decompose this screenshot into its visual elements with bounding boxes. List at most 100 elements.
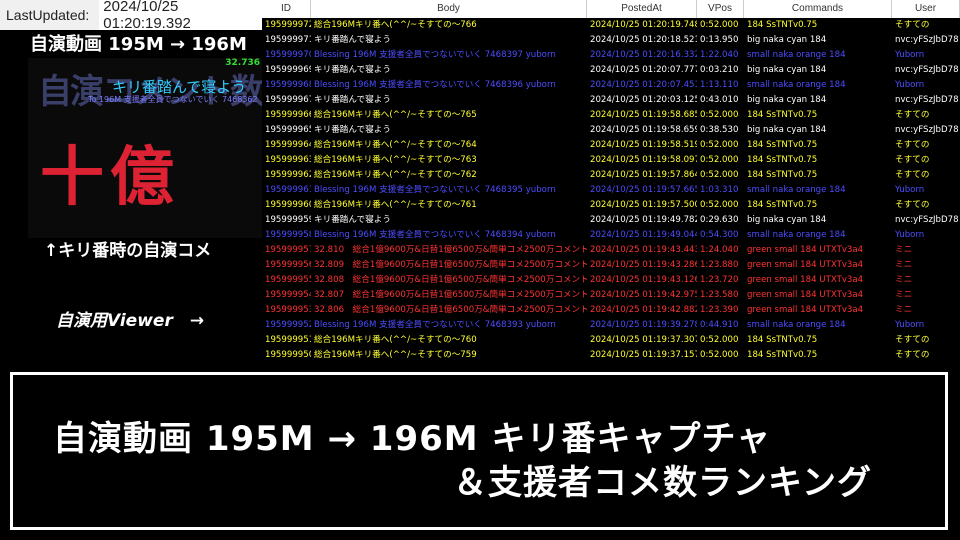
cell-commands: 184 SsTNTv0.75 bbox=[747, 200, 818, 210]
cell-vpos: 0:03.210 bbox=[700, 65, 739, 75]
cell-id: 195999972 bbox=[265, 20, 311, 30]
cell-vpos: 0:44.910 bbox=[700, 320, 739, 330]
cell-user: ミニ bbox=[895, 290, 913, 300]
cell-body: キリ番踏んで寝よう bbox=[314, 35, 391, 45]
cell-commands: 184 SsTNTv0.75 bbox=[747, 140, 818, 150]
cell-id: 195999953 bbox=[265, 305, 311, 315]
cell-commands: small naka orange 184 bbox=[747, 185, 846, 195]
table-row[interactable]: 195999956 32.809 総合1億9600万&日替1億6500万&簡単コメ… bbox=[262, 258, 960, 273]
cell-body: 32.810 総合1億9600万&日替1億6500万&簡単コメ2500万コメント… bbox=[314, 245, 587, 255]
table-row[interactable]: 195999970 Blessing 196M 支援者全員でつないでいく 7468… bbox=[262, 48, 960, 63]
cell-commands: green small 184 UTXTv3a4 bbox=[747, 245, 864, 255]
comment-table[interactable]: ID Body PostedAt VPos Commands User 1959… bbox=[262, 0, 960, 366]
table-row[interactable]: 195999962 総合196Mキリ番へ(^^/~そすての〜762 2024/10/… bbox=[262, 168, 960, 183]
cell-vpos: 1:23.580 bbox=[700, 290, 739, 300]
cell-user: nvc:yFSzJbD78 bbox=[895, 215, 959, 225]
table-row[interactable]: 195999950 総合196Mキリ番へ(^^/~そすての〜759 2024/10/… bbox=[262, 348, 960, 363]
cell-body: Blessing 196M 支援者全員でつないでいく 7468395 yubor… bbox=[314, 185, 556, 195]
table-row[interactable]: 195999966 総合196Mキリ番へ(^^/~そすての〜765 2024/10/… bbox=[262, 108, 960, 123]
viewer-label: 自演用Viewer → bbox=[56, 311, 205, 331]
table-row[interactable]: 195999963 総合196Mキリ番へ(^^/~そすての〜763 2024/10/… bbox=[262, 153, 960, 168]
cell-posted-at: 2024/10/25 01:19:58.519 bbox=[590, 140, 697, 150]
cell-id: 195999970 bbox=[265, 50, 311, 60]
table-row[interactable]: 195999955 32.808 総合1億9600万&日替1億6500万&簡単コメ… bbox=[262, 273, 960, 288]
cell-vpos: 1:22.040 bbox=[700, 50, 739, 60]
cell-user: そすての bbox=[895, 20, 930, 30]
table-row[interactable]: 195999959 キリ番踏んで寝よう 2024/10/25 01:19:49.78… bbox=[262, 213, 960, 228]
last-updated-value: 2024/10/25 01:20:19.392 bbox=[99, 0, 262, 34]
cell-posted-at: 2024/10/25 01:19:49.044 bbox=[590, 230, 697, 240]
title-banner: 自演動画 195M → 196M キリ番キャプチャ ＆支援者コメ数ランキング bbox=[10, 372, 948, 530]
cell-id: 195999955 bbox=[265, 275, 311, 285]
table-row[interactable]: 195999951 総合196Mキリ番へ(^^/~そすての〜760 2024/10/… bbox=[262, 333, 960, 348]
table-row[interactable]: 195999961 Blessing 196M 支援者全員でつないでいく 7468… bbox=[262, 183, 960, 198]
table-row[interactable]: 195999953 32.806 総合1億9600万&日替1億6500万&簡単コメ… bbox=[262, 303, 960, 318]
header-posted-at[interactable]: PostedAt bbox=[587, 0, 697, 18]
last-updated-label: LastUpdated: bbox=[6, 7, 90, 23]
cell-vpos: 0:29.630 bbox=[700, 215, 739, 225]
cell-body: 総合196Mキリ番へ(^^/~そすての〜762 bbox=[314, 170, 477, 180]
cell-user: ミニ bbox=[895, 275, 913, 285]
header-user[interactable]: User bbox=[892, 0, 960, 18]
cell-body: 総合196Mキリ番へ(^^/~そすての〜766 bbox=[314, 20, 477, 30]
table-row[interactable]: 195999972 総合196Mキリ番へ(^^/~そすての〜766 2024/10/… bbox=[262, 18, 960, 33]
cell-body: キリ番踏んで寝よう bbox=[314, 125, 391, 135]
cell-posted-at: 2024/10/25 01:20:19.748 bbox=[590, 20, 697, 30]
table-body: 195999972 総合196Mキリ番へ(^^/~そすての〜766 2024/10/… bbox=[262, 18, 960, 363]
cell-posted-at: 2024/10/25 01:19:39.278 bbox=[590, 320, 697, 330]
last-updated-bar: LastUpdated: 2024/10/25 01:20:19.392 bbox=[0, 0, 262, 34]
cell-user: nvc:yFSzJbD78 bbox=[895, 125, 959, 135]
cell-posted-at: 2024/10/25 01:19:57.500 bbox=[590, 200, 697, 210]
table-row[interactable]: 195999971 キリ番踏んで寝よう 2024/10/25 01:20:18.52… bbox=[262, 33, 960, 48]
cell-vpos: 1:13.110 bbox=[700, 80, 739, 90]
header-vpos[interactable]: VPos bbox=[697, 0, 744, 18]
cell-body: 総合196Mキリ番へ(^^/~そすての〜760 bbox=[314, 335, 477, 345]
table-row[interactable]: 195999969 キリ番踏んで寝よう 2024/10/25 01:20:07.77… bbox=[262, 63, 960, 78]
cell-posted-at: 2024/10/25 01:19:58.659 bbox=[590, 125, 697, 135]
cell-id: 195999951 bbox=[265, 335, 311, 345]
table-row[interactable]: 195999957 32.810 総合1億9600万&日替1億6500万&簡単コメ… bbox=[262, 243, 960, 258]
cell-user: そすての bbox=[895, 140, 930, 150]
cell-user: そすての bbox=[895, 110, 930, 120]
cell-commands: big naka cyan 184 bbox=[747, 125, 827, 135]
cell-id: 195999971 bbox=[265, 35, 311, 45]
cell-body: 総合196Mキリ番へ(^^/~そすての〜765 bbox=[314, 110, 477, 120]
preview-message: To 196M 支援者全員でつないでいく 7468362 bbox=[88, 95, 258, 104]
cell-id: 195999966 bbox=[265, 110, 311, 120]
header-body[interactable]: Body bbox=[311, 0, 587, 18]
cell-id: 195999968 bbox=[265, 80, 311, 90]
table-row[interactable]: 195999954 32.807 総合1億9600万&日替1億6500万&簡単コメ… bbox=[262, 288, 960, 303]
cell-body: Blessing 196M 支援者全員でつないでいく 7468396 yubor… bbox=[314, 80, 556, 90]
header-id[interactable]: ID bbox=[262, 0, 311, 18]
table-row[interactable]: 195999968 Blessing 196M 支援者全員でつないでいく 7468… bbox=[262, 78, 960, 93]
cell-body: キリ番踏んで寝よう bbox=[314, 215, 391, 225]
cell-posted-at: 2024/10/25 01:20:16.332 bbox=[590, 50, 697, 60]
table-row[interactable]: 195999964 総合196Mキリ番へ(^^/~そすての〜764 2024/10/… bbox=[262, 138, 960, 153]
cell-posted-at: 2024/10/25 01:19:43.126 bbox=[590, 275, 697, 285]
cell-user: ミニ bbox=[895, 305, 913, 315]
table-row[interactable]: 195999965 キリ番踏んで寝よう 2024/10/25 01:19:58.65… bbox=[262, 123, 960, 138]
table-row[interactable]: 195999967 キリ番踏んで寝よう 2024/10/25 01:20:03.12… bbox=[262, 93, 960, 108]
cell-body: 32.809 総合1億9600万&日替1億6500万&簡単コメ2500万コメント… bbox=[314, 260, 587, 270]
cell-posted-at: 2024/10/25 01:20:07.451 bbox=[590, 80, 697, 90]
cell-commands: small naka orange 184 bbox=[747, 230, 846, 240]
cell-vpos: 0:43.010 bbox=[700, 95, 739, 105]
table-row[interactable]: 195999958 Blessing 196M 支援者全員でつないでいく 7468… bbox=[262, 228, 960, 243]
cell-id: 195999950 bbox=[265, 350, 311, 360]
table-row[interactable]: 195999960 総合196Mキリ番へ(^^/~そすての〜761 2024/10/… bbox=[262, 198, 960, 213]
table-header: ID Body PostedAt VPos Commands User bbox=[262, 0, 960, 18]
cell-vpos: 1:23.880 bbox=[700, 260, 739, 270]
header-commands[interactable]: Commands bbox=[744, 0, 892, 18]
cell-commands: 184 SsTNTv0.75 bbox=[747, 170, 818, 180]
cell-commands: big naka cyan 184 bbox=[747, 65, 827, 75]
cell-user: そすての bbox=[895, 350, 930, 360]
cell-posted-at: 2024/10/25 01:19:37.307 bbox=[590, 335, 697, 345]
cell-id: 195999965 bbox=[265, 125, 311, 135]
cell-vpos: 0:52.000 bbox=[700, 200, 739, 210]
cell-commands: green small 184 UTXTv3a4 bbox=[747, 260, 864, 270]
cell-user: そすての bbox=[895, 335, 930, 345]
cell-posted-at: 2024/10/25 01:19:42.975 bbox=[590, 290, 697, 300]
cell-commands: 184 SsTNTv0.75 bbox=[747, 20, 818, 30]
cell-id: 195999958 bbox=[265, 230, 311, 240]
table-row[interactable]: 195999952 Blessing 196M 支援者全員でつないでいく 7468… bbox=[262, 318, 960, 333]
